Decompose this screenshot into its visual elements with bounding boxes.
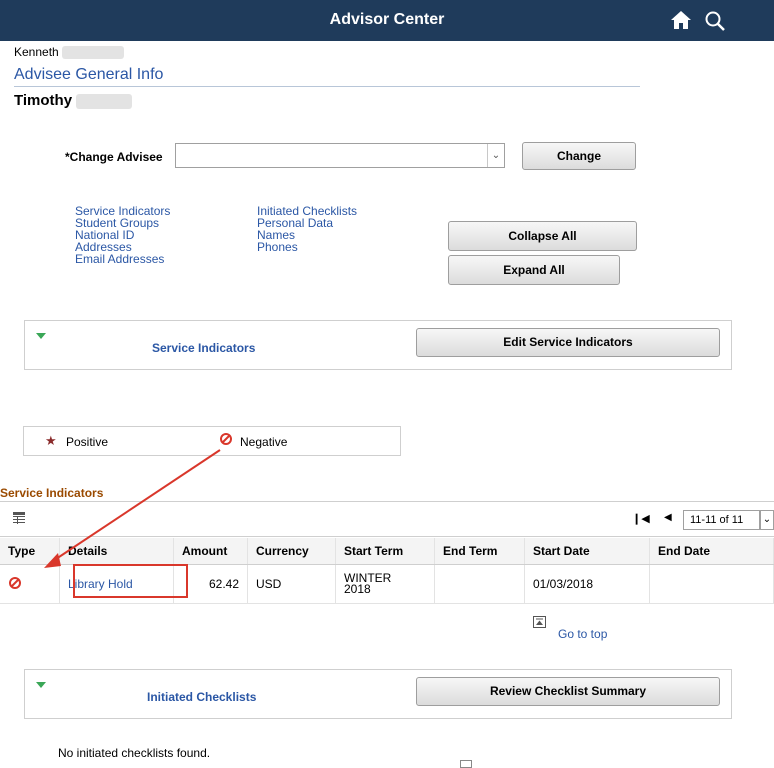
go-to-top-link[interactable]: Go to top	[558, 627, 607, 641]
review-checklist-summary-button[interactable]: Review Checklist Summary	[416, 677, 720, 706]
expand-triangle-icon[interactable]	[36, 682, 46, 688]
initiated-checklists-section: Initiated Checklists Review Checklist Su…	[24, 669, 732, 719]
go-to-top-icon[interactable]	[533, 616, 546, 631]
empty-checklists-message: No initiated checklists found.	[58, 746, 211, 760]
annotation-arrow	[44, 449, 221, 568]
initiated-checklists-section-title[interactable]: Initiated Checklists	[147, 690, 256, 704]
